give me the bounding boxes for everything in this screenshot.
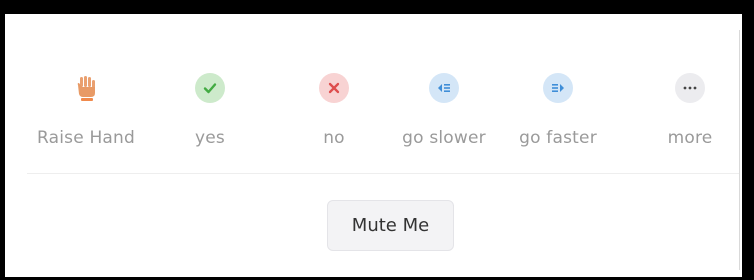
x-icon [319,73,349,103]
reaction-bar: Raise Hand yes no go slower go faster mo… [0,73,742,173]
no-button[interactable]: no [284,73,384,148]
go-slower-icon [429,73,459,103]
mute-me-button[interactable]: Mute Me [327,200,454,251]
go-slower-button[interactable]: go slower [394,73,494,148]
divider [27,173,739,174]
reaction-label: go faster [519,128,597,148]
reaction-label: Raise Hand [36,128,136,148]
more-icon [675,73,705,103]
go-faster-icon [543,73,573,103]
panel-edge-border [742,14,754,280]
reaction-label: no [323,128,345,148]
raise-hand-button[interactable]: Raise Hand [36,73,136,148]
go-faster-button[interactable]: go faster [508,73,608,148]
reaction-label: yes [195,128,225,148]
reaction-label: more [667,128,713,148]
more-button[interactable]: more [640,73,740,148]
check-icon [195,73,225,103]
reaction-label: go slower [402,128,486,148]
yes-button[interactable]: yes [160,73,260,148]
raise-hand-icon [71,73,101,103]
